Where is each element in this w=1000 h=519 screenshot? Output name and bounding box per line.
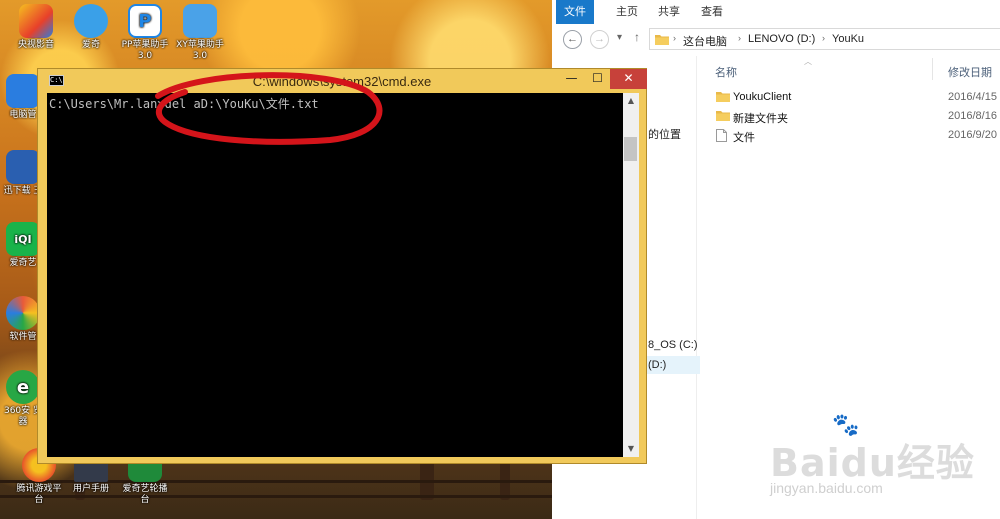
- tab-file[interactable]: 文件: [556, 0, 594, 24]
- close-button[interactable]: ✕: [610, 69, 647, 89]
- file-date: 2016/8/16: [948, 110, 997, 122]
- smiley-icon: [74, 4, 108, 38]
- console-output[interactable]: C:\Users\Mr.lan>del aD:\YouKu\文件.txt: [47, 93, 623, 457]
- folder-icon: [655, 35, 669, 45]
- column-header-date[interactable]: 修改日期: [948, 64, 992, 80]
- file-row[interactable]: YoukuClient 2016/4/15: [697, 88, 1000, 107]
- recent-locations-button[interactable]: ▾: [617, 32, 622, 43]
- breadcrumb-drive-d[interactable]: LENOVO (D:): [748, 33, 815, 45]
- file-row[interactable]: 新建文件夹 2016/8/16: [697, 107, 1000, 126]
- pp-logo-icon: P: [128, 4, 162, 38]
- folder-icon: [716, 111, 730, 121]
- sort-ascending-icon: ︿: [804, 57, 812, 66]
- navigation-bar: ← → ▾ ↑ › 这台电脑 › LENOVO (D:) › YouKu: [552, 24, 1000, 56]
- fence-rail: [0, 495, 552, 498]
- desktop-icon-label: 央视影音: [17, 40, 54, 50]
- file-row[interactable]: 文件 2016/9/20: [697, 126, 1000, 145]
- breadcrumb-separator: ›: [673, 33, 676, 43]
- tab-view[interactable]: 查看: [692, 0, 732, 24]
- desktop-icon-cctv[interactable]: 央视影音: [9, 4, 63, 51]
- file-name: 新建文件夹: [733, 113, 788, 125]
- xy-logo-icon: [183, 4, 217, 38]
- breadcrumb-youku[interactable]: YouKu: [832, 33, 864, 45]
- breadcrumb-separator: ›: [738, 33, 741, 43]
- ribbon-tabs: 文件 主页 共享 查看: [552, 0, 1000, 25]
- back-button[interactable]: ←: [563, 30, 582, 49]
- desktop-icon-label: XY苹果助手 3.0: [176, 40, 224, 61]
- shield-icon: [6, 74, 40, 108]
- file-name: 文件: [733, 132, 755, 144]
- forward-button[interactable]: →: [590, 30, 609, 49]
- nav-item-drive-c[interactable]: 8_OS (C:): [648, 339, 698, 351]
- address-bar[interactable]: › 这台电脑 › LENOVO (D:) › YouKu: [649, 28, 1000, 50]
- up-button[interactable]: ↑: [634, 30, 640, 44]
- nav-item-drive-d[interactable]: (D:): [644, 356, 700, 374]
- watermark-brand: Baidu经验: [770, 441, 975, 485]
- desktop-icon-label: 爱奇艺轮播 台: [122, 484, 168, 505]
- column-headers: ︿ 名称 修改日期: [697, 56, 1000, 84]
- desktop-icon-label: 爱奇: [81, 40, 100, 50]
- column-divider[interactable]: [932, 58, 933, 80]
- scrollbar-thumb[interactable]: [624, 137, 637, 161]
- desktop-icon-label: 腾讯游戏平 台: [16, 484, 62, 505]
- desktop-icon-label: PP苹果助手 3.0: [121, 40, 169, 61]
- desktop-icon-label: 用户手册: [72, 484, 109, 494]
- bird-icon: [6, 150, 40, 184]
- tab-home[interactable]: 主页: [607, 0, 647, 24]
- colorful-flower-icon: [6, 296, 40, 330]
- minimize-button[interactable]: —: [558, 69, 585, 89]
- window-title: C:\windows\system32\cmd.exe: [252, 74, 432, 89]
- tab-share[interactable]: 共享: [649, 0, 689, 24]
- file-date: 2016/4/15: [948, 91, 997, 103]
- cmd-titlebar[interactable]: C:\ C:\windows\system32\cmd.exe — ☐ ✕: [38, 69, 647, 93]
- maximize-button[interactable]: ☐: [584, 69, 611, 89]
- text-file-icon: [716, 129, 727, 142]
- vertical-scrollbar[interactable]: ▲ ▼: [623, 93, 639, 457]
- cmd-window: C:\ C:\windows\system32\cmd.exe — ☐ ✕ C:…: [37, 68, 647, 464]
- desktop-icon-aiqi[interactable]: 爱奇: [64, 4, 118, 51]
- file-name: YoukuClient: [733, 91, 792, 103]
- breadcrumb-separator: ›: [822, 33, 825, 43]
- cctv-icon: [19, 4, 53, 38]
- browser-e-icon: e: [6, 370, 40, 404]
- column-header-name[interactable]: 名称: [715, 64, 737, 80]
- desktop-icon-pp-assistant[interactable]: P PP苹果助手 3.0: [118, 4, 172, 62]
- desktop-icon-xy-assistant[interactable]: XY苹果助手 3.0: [173, 4, 227, 62]
- file-date: 2016/9/20: [948, 129, 997, 141]
- folder-icon: [716, 92, 730, 102]
- baidu-jingyan-watermark: 🐾 Baidu经验 jingyan.baidu.com: [770, 412, 1000, 519]
- nav-item-recent-places[interactable]: 的位置: [648, 126, 681, 142]
- console-line: C:\Users\Mr.lan>del aD:\YouKu\文件.txt: [49, 97, 319, 111]
- iqiyi-icon: iQI: [6, 222, 40, 256]
- scroll-up-icon[interactable]: ▲: [623, 93, 639, 109]
- scroll-down-icon[interactable]: ▼: [623, 441, 639, 457]
- breadcrumb-this-pc[interactable]: 这台电脑: [683, 33, 727, 49]
- watermark-url: jingyan.baidu.com: [770, 480, 883, 496]
